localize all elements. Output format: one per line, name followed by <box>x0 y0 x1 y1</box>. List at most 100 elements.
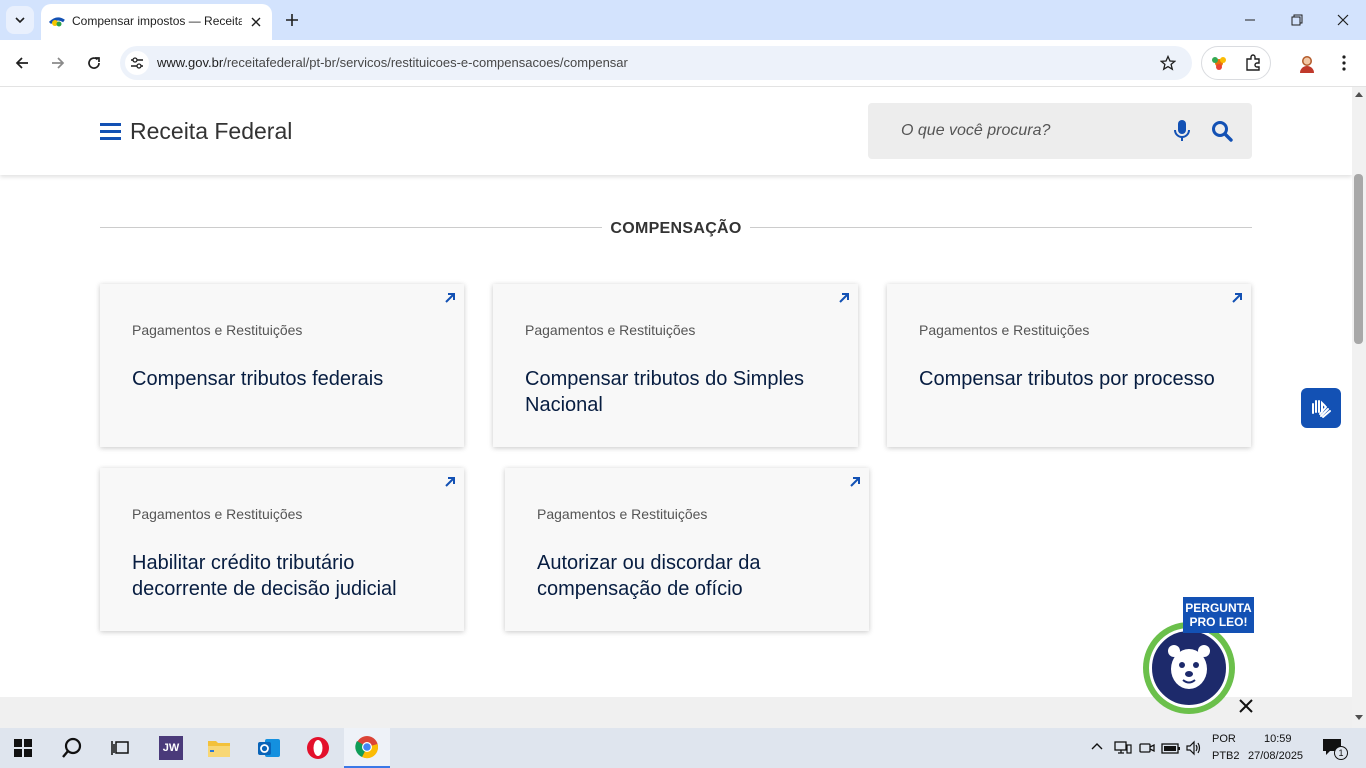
service-card[interactable]: Pagamentos e Restituições Compensar trib… <box>493 284 858 447</box>
tab-close-button[interactable] <box>247 13 265 31</box>
arrow-left-icon <box>15 57 28 69</box>
opera-button[interactable] <box>295 728 341 768</box>
chrome-icon <box>355 736 378 759</box>
reload-button[interactable] <box>81 50 107 76</box>
menu-icon[interactable] <box>100 123 121 141</box>
vlibras-accessibility-button[interactable] <box>1301 388 1341 428</box>
extensions-group <box>1201 46 1271 80</box>
leo-badge-line2: PRO LEO! <box>1189 615 1248 629</box>
sign-language-hands-icon <box>1312 400 1331 418</box>
opera-icon <box>307 737 329 759</box>
external-link-arrow-icon <box>1232 293 1242 303</box>
task-view-button[interactable] <box>97 728 143 768</box>
keyboard-layout[interactable]: PTB2 <box>1212 750 1240 762</box>
battery-icon <box>1161 743 1180 754</box>
site-title[interactable]: Receita Federal <box>130 118 292 145</box>
camera-icon <box>1139 743 1155 753</box>
close-window-button[interactable] <box>1329 6 1357 34</box>
start-button[interactable] <box>0 728 46 768</box>
search-placeholder: O que você procura? <box>901 122 1051 139</box>
avatar-icon <box>1300 56 1314 73</box>
close-icon <box>251 17 261 27</box>
site-info-button[interactable] <box>125 51 149 75</box>
arrow-right-icon <box>52 57 65 69</box>
search-icon <box>1212 121 1233 142</box>
meet-now-tray-button[interactable] <box>1139 740 1155 756</box>
voice-search-button[interactable] <box>1173 119 1191 143</box>
browser-toolbar: www.gov.br/receitafederal/pt-br/servicos… <box>0 40 1366 87</box>
lion-face-icon <box>1168 645 1210 689</box>
service-card[interactable]: Pagamentos e Restituições Habilitar créd… <box>100 468 464 631</box>
section-divider-right <box>750 227 1252 228</box>
search-input[interactable]: O que você procura? <box>868 103 1252 159</box>
close-icon <box>1337 14 1349 26</box>
card-category: Pagamentos e Restituições <box>537 506 708 522</box>
chevron-up-icon <box>1091 743 1103 750</box>
service-card[interactable]: Pagamentos e Restituições Compensar trib… <box>100 284 464 447</box>
search-button[interactable] <box>1211 120 1233 142</box>
folder-icon <box>208 741 230 757</box>
bookmark-button[interactable] <box>1158 53 1178 73</box>
card-title[interactable]: Compensar tributos por processo <box>919 366 1219 392</box>
card-title[interactable]: Compensar tributos do Simples Nacional <box>525 366 825 418</box>
battery-tray-button[interactable] <box>1161 740 1181 756</box>
leo-assistant-avatar[interactable] <box>1143 622 1235 714</box>
network-tray-button[interactable] <box>1114 740 1132 756</box>
leo-close-button[interactable] <box>1236 696 1256 716</box>
browser-menu-button[interactable] <box>1334 52 1354 74</box>
card-category: Pagamentos e Restituições <box>525 322 696 338</box>
notification-center-button[interactable]: 1 <box>1322 738 1348 760</box>
jw-app-button[interactable]: JW <box>148 728 194 768</box>
web-page: Receita Federal O que você procura? COMP… <box>0 87 1352 728</box>
tab-title: Compensar impostos — Receita Federal <box>72 14 242 28</box>
notification-count: 1 <box>1334 746 1348 760</box>
scrollbar-thumb[interactable] <box>1354 174 1363 344</box>
windows-taskbar: JW POR PTB2 10:59 27/08/2025 1 <box>0 728 1366 768</box>
puzzle-icon <box>1246 54 1260 71</box>
profile-button[interactable] <box>1296 52 1318 74</box>
footer-strip <box>0 697 1352 728</box>
section-divider-left <box>100 227 602 228</box>
chrome-button[interactable] <box>344 728 390 768</box>
more-vert-icon <box>1342 55 1346 71</box>
outlook-button[interactable] <box>246 728 292 768</box>
file-explorer-button[interactable] <box>196 728 242 768</box>
url-text: www.gov.br/receitafederal/pt-br/servicos… <box>157 55 628 70</box>
taskbar-search-button[interactable] <box>49 728 95 768</box>
extensions-menu-button[interactable] <box>1244 54 1262 72</box>
card-title[interactable]: Autorizar ou discordar da compensação de… <box>537 550 837 602</box>
card-category: Pagamentos e Restituições <box>132 506 303 522</box>
leo-speech-badge[interactable]: PERGUNTA PRO LEO! <box>1183 597 1254 633</box>
restore-button[interactable] <box>1283 6 1311 34</box>
minimize-button[interactable] <box>1236 6 1264 34</box>
forward-button[interactable] <box>45 50 71 76</box>
back-button[interactable] <box>9 50 35 76</box>
page-scrollbar[interactable] <box>1352 87 1366 728</box>
minimize-icon <box>1245 19 1255 21</box>
card-title[interactable]: Compensar tributos federais <box>132 366 432 392</box>
input-language[interactable]: POR <box>1212 733 1236 745</box>
gov-br-favicon-icon <box>49 17 65 27</box>
address-bar[interactable]: www.gov.br/receitafederal/pt-br/servicos… <box>120 46 1192 80</box>
service-card[interactable]: Pagamentos e Restituições Compensar trib… <box>887 284 1251 447</box>
card-title[interactable]: Habilitar crédito tributário decorrente … <box>132 550 432 602</box>
windows-logo-icon <box>14 739 32 757</box>
microphone-icon <box>1174 120 1190 141</box>
extension-button[interactable] <box>1210 54 1228 72</box>
restore-icon <box>1291 14 1303 26</box>
volume-tray-button[interactable] <box>1185 740 1203 756</box>
external-link-arrow-icon <box>445 477 455 487</box>
reload-icon <box>88 57 100 69</box>
clock-time[interactable]: 10:59 <box>1264 733 1292 745</box>
network-icon <box>1114 741 1132 754</box>
scroll-down-arrow-icon[interactable] <box>1355 715 1363 721</box>
service-card[interactable]: Pagamentos e Restituições Autorizar ou d… <box>505 468 869 631</box>
tab-search-button[interactable] <box>6 6 34 34</box>
external-link-arrow-icon <box>445 293 455 303</box>
browser-tab-active[interactable]: Compensar impostos — Receita Federal <box>41 4 272 40</box>
clock-date[interactable]: 27/08/2025 <box>1248 750 1303 762</box>
star-icon <box>1160 55 1176 71</box>
scroll-up-arrow-icon[interactable] <box>1355 91 1363 97</box>
new-tab-button[interactable] <box>280 8 304 32</box>
show-hidden-icons-button[interactable] <box>1090 740 1106 756</box>
